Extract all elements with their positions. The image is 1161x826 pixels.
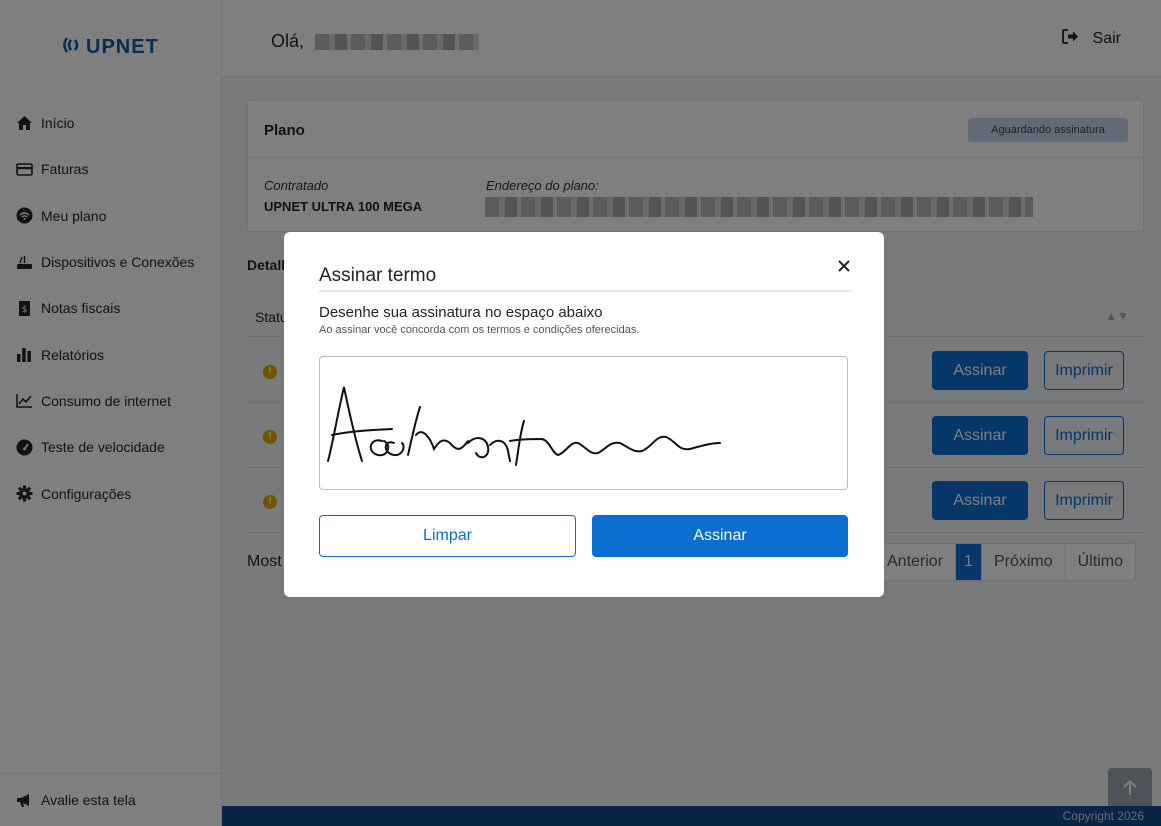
modal-divider [319, 290, 852, 292]
modal-title: Assinar termo [319, 265, 437, 286]
signature-instruction: Desenhe sua assinatura no espaço abaixo [319, 304, 603, 321]
submit-signature-button[interactable]: Assinar [592, 515, 848, 557]
clear-signature-button[interactable]: Limpar [319, 515, 576, 557]
signature-drawing [327, 386, 721, 466]
sign-term-modal: Assinar termo Desenhe sua assinatura no … [284, 232, 884, 597]
signature-terms-note: Ao assinar você concorda com os termos e… [319, 324, 640, 336]
signature-pad[interactable] [319, 356, 848, 490]
close-button[interactable] [832, 256, 856, 280]
close-icon [838, 259, 850, 277]
